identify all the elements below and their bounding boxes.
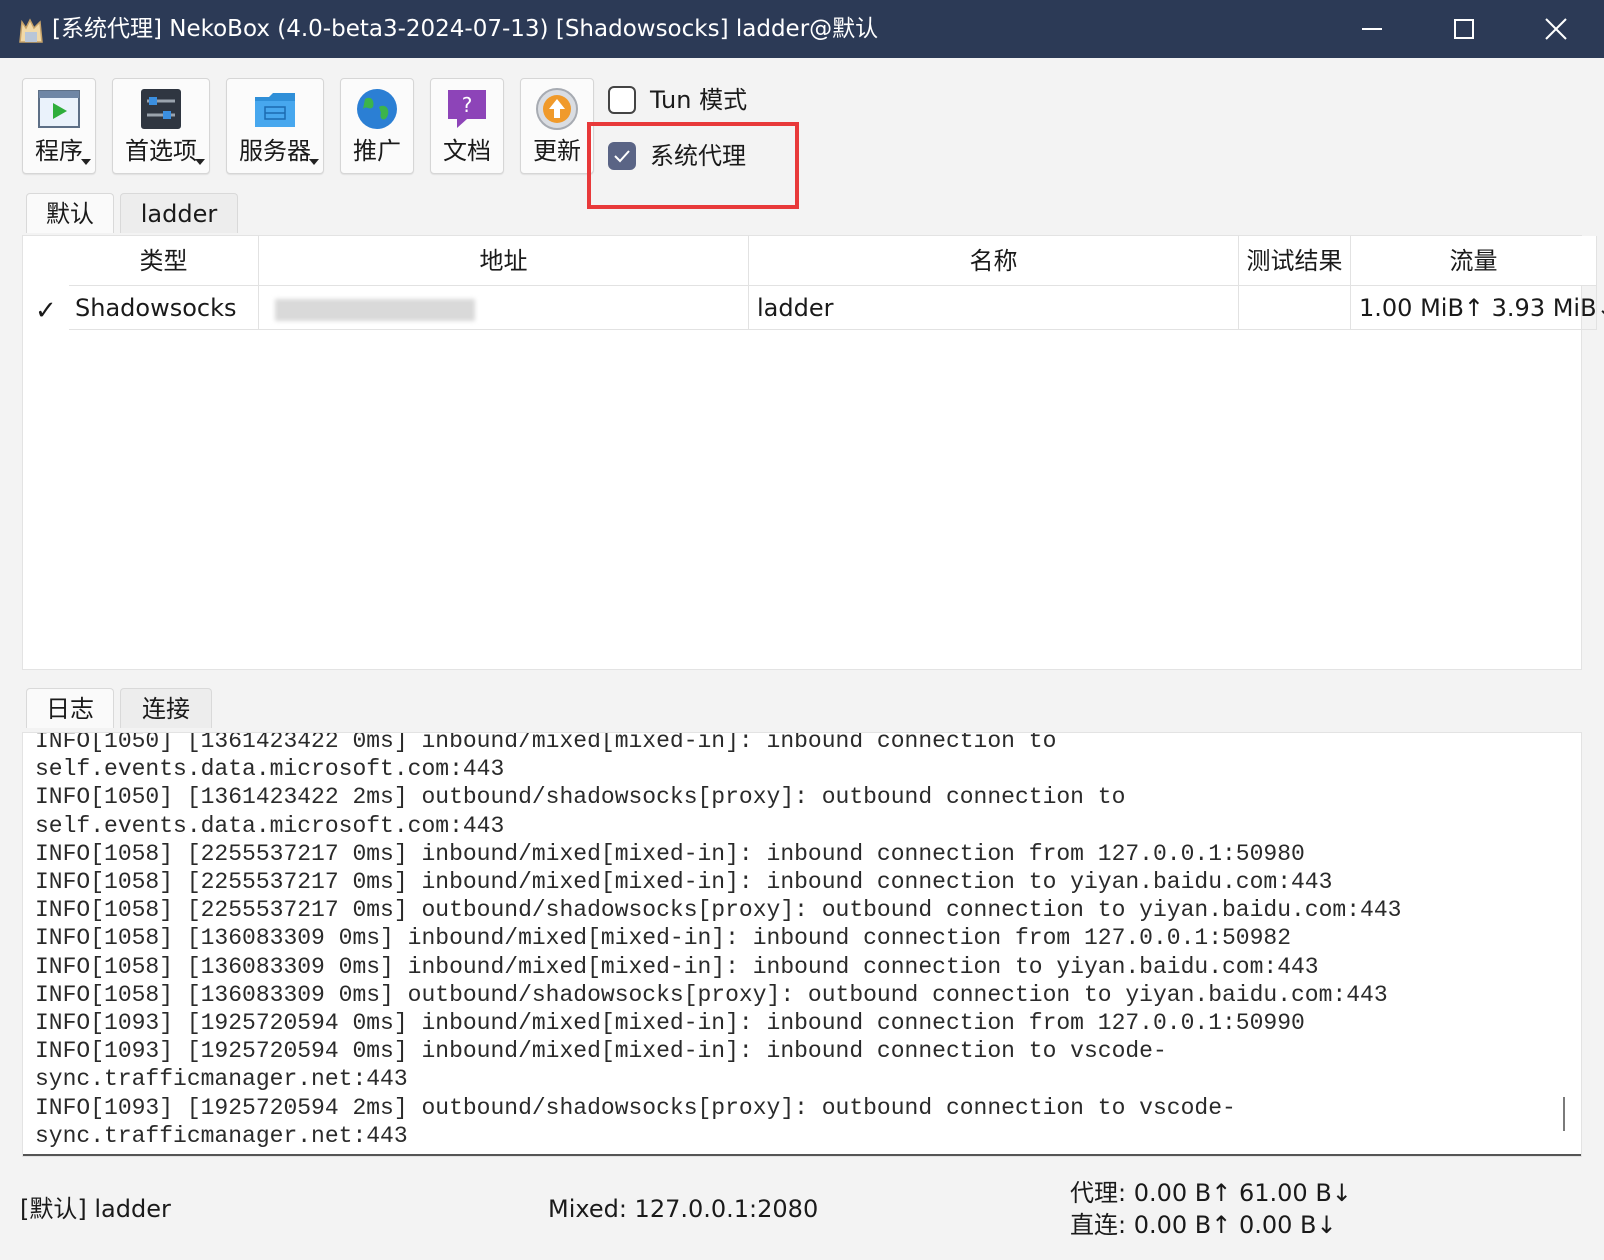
preferences-icon	[141, 89, 181, 129]
log-scrollbar[interactable]	[1563, 1097, 1565, 1131]
update-button[interactable]: 更新	[520, 78, 594, 174]
column-header-name[interactable]: 名称	[749, 236, 1239, 286]
dropdown-arrow-icon	[195, 159, 205, 165]
status-profile: [默认] ladder	[20, 1195, 171, 1223]
maximize-icon	[1454, 19, 1474, 39]
log-text: INFO[1050] [1361423422 0ms] inbound/mixe…	[35, 732, 1402, 1149]
row-traffic-cell[interactable]: 1.00 MiB↑ 3.93 MiB↓	[1351, 286, 1604, 330]
minimize-icon	[1362, 28, 1382, 30]
row-name-cell[interactable]: ladder	[749, 286, 1239, 330]
program-icon	[38, 90, 80, 128]
tab-log[interactable]: 日志	[26, 688, 114, 728]
tab-ladder-group[interactable]: ladder	[120, 193, 238, 233]
globe-icon	[357, 89, 397, 129]
docs-label: 文档	[443, 137, 491, 165]
maximize-button[interactable]	[1418, 0, 1510, 58]
server-table[interactable]: 类型 地址 名称 测试结果 流量 ✓ Shadowsocks ladder 1.…	[22, 235, 1604, 670]
docs-button[interactable]: ? 文档	[430, 78, 504, 174]
selected-check-icon: ✓	[35, 296, 57, 326]
dropdown-arrow-icon	[81, 159, 91, 165]
dropdown-arrow-icon	[309, 159, 319, 165]
highlight-box	[587, 122, 799, 209]
tab-connections[interactable]: 连接	[120, 688, 212, 728]
column-header-test-result[interactable]: 测试结果	[1239, 236, 1351, 286]
nekobox-window: [系统代理] NekoBox (4.0-beta3-2024-07-13) [S…	[0, 0, 1604, 1260]
help-document-icon: ?	[448, 90, 486, 128]
promote-button[interactable]: 推广	[340, 78, 414, 174]
server-folder-icon	[255, 93, 295, 127]
status-mixed-port: Mixed: 127.0.0.1:2080	[548, 1195, 819, 1223]
column-header-traffic[interactable]: 流量	[1351, 236, 1597, 286]
preferences-menu-button[interactable]: 首选项	[112, 78, 210, 174]
title-bar[interactable]: [系统代理] NekoBox (4.0-beta3-2024-07-13) [S…	[0, 0, 1604, 58]
window-title: [系统代理] NekoBox (4.0-beta3-2024-07-13) [S…	[52, 16, 879, 42]
tun-mode-checkbox-box[interactable]	[608, 86, 636, 114]
tun-mode-checkbox[interactable]: Tun 模式	[608, 84, 768, 120]
close-icon	[1545, 18, 1567, 40]
column-header-type[interactable]: 类型	[69, 236, 259, 286]
log-view[interactable]: INFO[1050] [1361423422 0ms] inbound/mixe…	[22, 732, 1582, 1157]
tun-mode-label: Tun 模式	[650, 86, 748, 114]
promote-label: 推广	[353, 137, 401, 165]
tab-default-group[interactable]: 默认	[26, 193, 114, 233]
close-button[interactable]	[1510, 0, 1602, 58]
row-type-cell[interactable]: Shadowsocks	[69, 286, 259, 330]
server-menu-button[interactable]: 服务器	[226, 78, 324, 174]
minimize-button[interactable]	[1326, 0, 1418, 58]
app-cat-icon	[19, 18, 43, 43]
update-icon	[536, 88, 578, 130]
log-divider	[23, 1154, 1581, 1156]
blurred-address	[275, 299, 475, 321]
row-test-result-cell[interactable]	[1239, 286, 1351, 330]
status-direct-traffic: 直连: 0.00 B↑ 0.00 B↓	[1070, 1211, 1337, 1239]
status-proxy-traffic: 代理: 0.00 B↑ 61.00 B↓	[1070, 1179, 1352, 1207]
program-menu-button[interactable]: 程序	[22, 78, 96, 174]
update-label: 更新	[533, 137, 581, 165]
svg-text:?: ?	[462, 93, 473, 117]
column-header-address[interactable]: 地址	[259, 236, 749, 286]
